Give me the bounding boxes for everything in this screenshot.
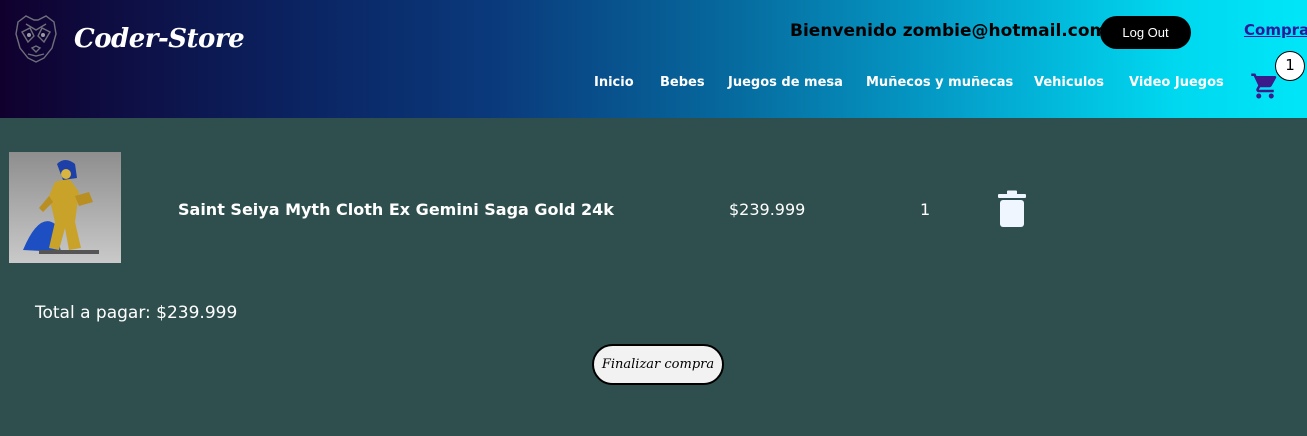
logout-button[interactable]: Log Out <box>1100 16 1191 49</box>
cart-count-badge: 1 <box>1275 51 1305 81</box>
finalize-purchase-button[interactable]: Finalizar compra <box>592 344 724 385</box>
product-price: $239.999 <box>729 200 806 219</box>
nav-item-vehiculos[interactable]: Vehiculos <box>1034 75 1104 90</box>
nav-item-inicio[interactable]: Inicio <box>594 75 634 90</box>
product-name: Saint Seiya Myth Cloth Ex Gemini Saga Go… <box>178 200 614 219</box>
nav-item-juegos-de-mesa[interactable]: Juegos de mesa <box>728 75 843 90</box>
site-header: Coder-Store Bienvenido zombie@hotmail.co… <box>0 0 1307 118</box>
nav-item-video-juegos[interactable]: Video Juegos <box>1129 75 1224 90</box>
nav-item-munecos[interactable]: Muñecos y muñecas <box>866 75 1013 90</box>
welcome-message: Bienvenido zombie@hotmail.com <box>790 21 1108 41</box>
product-image <box>9 152 121 263</box>
nav-item-bebes[interactable]: Bebes <box>660 75 705 90</box>
compras-link[interactable]: Compras <box>1244 21 1307 39</box>
product-quantity: 1 <box>920 200 931 219</box>
brand-name[interactable]: Coder-Store <box>74 24 245 54</box>
cart-icon[interactable] <box>1250 71 1280 101</box>
panda-logo-icon[interactable] <box>8 10 64 66</box>
cart-total: Total a pagar: $239.999 <box>35 303 238 323</box>
trash-icon[interactable] <box>997 190 1027 228</box>
